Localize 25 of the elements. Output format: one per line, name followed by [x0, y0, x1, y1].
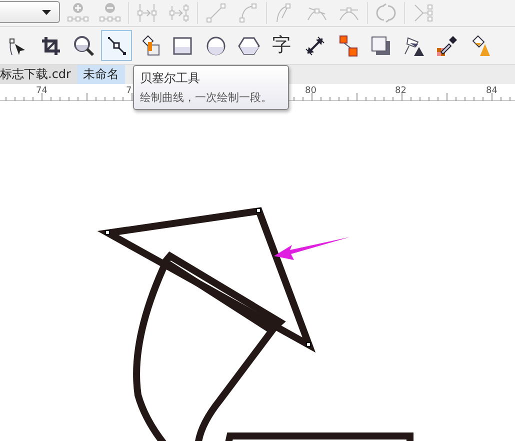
crop-icon [40, 34, 62, 56]
caret-icon [42, 10, 51, 14]
reverse-icon [375, 2, 397, 24]
ellipse-icon [204, 34, 226, 56]
tooltip-title: 贝塞尔工具 [140, 70, 201, 87]
shadow-icon [370, 34, 392, 56]
ruler-label: 80 [305, 85, 316, 98]
ruler-label: 82 [395, 85, 406, 98]
bezier-tool-button[interactable] [101, 30, 132, 61]
document-tab[interactable]: 标志下载.cdr [0, 65, 77, 84]
ruler-label: 84 [486, 85, 498, 98]
document-tab[interactable]: 未命名 [76, 65, 125, 84]
eyedropper-icon [436, 34, 458, 56]
connector-icon [336, 34, 358, 56]
dimension-icon [304, 34, 326, 56]
ruler-label: 7 [126, 85, 132, 98]
dropdown[interactable] [0, 1, 60, 23]
tooltip-description: 绘制曲线，一次绘制一段。 [140, 90, 273, 106]
text-tool-button[interactable]: 字 [266, 30, 297, 61]
zoom-icon [72, 34, 94, 56]
bezier-icon [106, 34, 128, 56]
polygon-icon [238, 34, 260, 56]
transparency-icon [402, 34, 424, 56]
ruler-label: 74 [36, 85, 48, 98]
rectangle-icon [172, 34, 194, 56]
